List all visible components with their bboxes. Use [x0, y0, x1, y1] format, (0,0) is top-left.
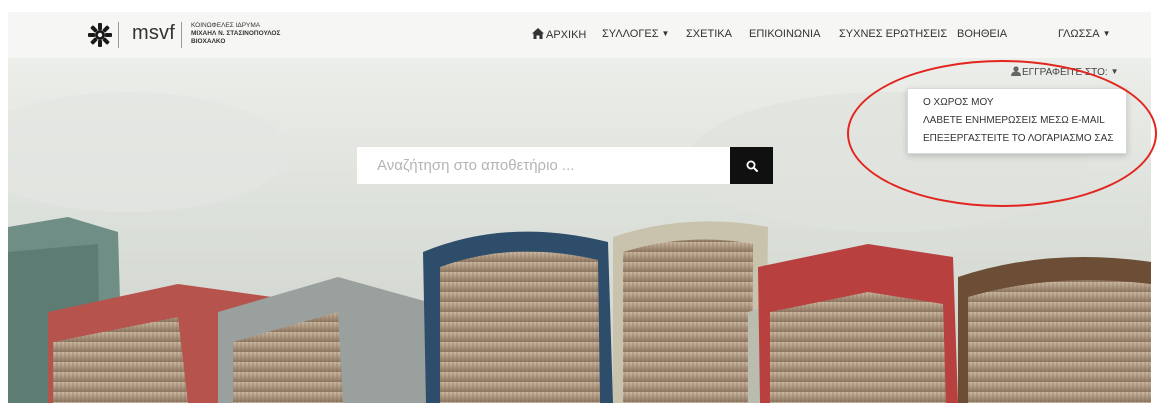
- search-bar: [357, 147, 773, 184]
- nav-help-link[interactable]: ΒΟΗΘΕΙΑ: [957, 28, 1007, 40]
- nav-home-link[interactable]: ΑΡΧΙΚΗ: [532, 28, 586, 41]
- nav-home-label: ΑΡΧΙΚΗ: [546, 29, 587, 41]
- caret-down-icon: ▼: [1110, 67, 1119, 76]
- user-dropdown-menu: Ο ΧΩΡΟΣ ΜΟΥ ΛΑΒΕΤΕ ΕΝΗΜΕΡΩΣΕΙΣ ΜΕΣΩ E-MA…: [907, 88, 1127, 154]
- hero-background-image: [8, 12, 1151, 403]
- nav-contact-link[interactable]: ΕΠΙΚΟΙΝΩΝΙΑ: [749, 28, 820, 40]
- search-input[interactable]: [357, 147, 730, 184]
- gear-sun-icon[interactable]: [88, 23, 112, 47]
- nav-collections-dropdown[interactable]: ΣΥΛΛΟΓΕΣ ▼: [602, 28, 669, 40]
- nav-collections-label: ΣΥΛΛΟΓΕΣ: [602, 28, 659, 40]
- nav-about-label: ΣΧΕΤΙΚΑ: [686, 28, 732, 40]
- nav-about-link[interactable]: ΣΧΕΤΙΚΑ: [686, 28, 732, 40]
- nav-faq-label: ΣΥΧΝΕΣ ΕΡΩΤΗΣΕΙΣ: [839, 28, 948, 40]
- organization-name: ΚΟΙΝΩΦΕΛΕΣ ΙΔΡΥΜΑ ΜΙΧΑΗΛ Ν. ΣΤΑΣΙΝΟΠΟΥΛΟ…: [191, 22, 280, 46]
- caret-down-icon: ▼: [661, 29, 670, 38]
- nav-language-label: ΓΛΩΣΣΑ: [1058, 28, 1100, 40]
- org-line-2: ΜΙΧΑΗΛ Ν. ΣΤΑΣΙΝΟΠΟΥΛΟΣ: [191, 30, 281, 37]
- top-navbar: msvf ΚΟΙΝΩΦΕΛΕΣ ΙΔΡΥΜΑ ΜΙΧΑΗΛ Ν. ΣΤΑΣΙΝΟ…: [8, 12, 1151, 58]
- logo-divider: [181, 22, 182, 48]
- nav-faq-link[interactable]: ΣΥΧΝΕΣ ΕΡΩΤΗΣΕΙΣ: [839, 28, 947, 40]
- books-illustration: [8, 12, 1151, 403]
- logo-divider: [118, 22, 119, 48]
- user-menu-label: ΕΓΓΡΑΦΕΙΤΕ ΣΤΟ:: [1022, 67, 1108, 78]
- menu-item-my-space[interactable]: Ο ΧΩΡΟΣ ΜΟΥ: [908, 94, 1126, 112]
- nav-contact-label: ΕΠΙΚΟΙΝΩΝΙΑ: [749, 28, 821, 40]
- nav-language-dropdown[interactable]: ΓΛΩΣΣΑ ▼: [1058, 28, 1110, 40]
- org-line-3: ΒΙΟΧΑΛΚΟ: [191, 38, 226, 45]
- logo-wordmark[interactable]: msvf: [132, 22, 175, 45]
- user-icon: [1011, 66, 1021, 76]
- menu-item-edit-account[interactable]: ΕΠΕΞΕΡΓΑΣΤΕΙΤΕ ΤΟ ΛΟΓΑΡΙΑΣΜΟ ΣΑΣ: [908, 130, 1126, 148]
- search-icon: [746, 160, 758, 172]
- org-line-1: ΚΟΙΝΩΦΕΛΕΣ ΙΔΡΥΜΑ: [191, 22, 261, 29]
- menu-item-email-updates[interactable]: ΛΑΒΕΤΕ ΕΝΗΜΕΡΩΣΕΙΣ ΜΕΣΩ E-MAIL: [908, 112, 1126, 130]
- home-icon: [532, 28, 544, 39]
- search-button[interactable]: [730, 147, 773, 184]
- user-menu-toggle[interactable]: ΕΓΓΡΑΦΕΙΤΕ ΣΤΟ: ▼: [1011, 66, 1119, 78]
- caret-down-icon: ▼: [1102, 29, 1111, 38]
- nav-help-label: ΒΟΗΘΕΙΑ: [957, 28, 1008, 40]
